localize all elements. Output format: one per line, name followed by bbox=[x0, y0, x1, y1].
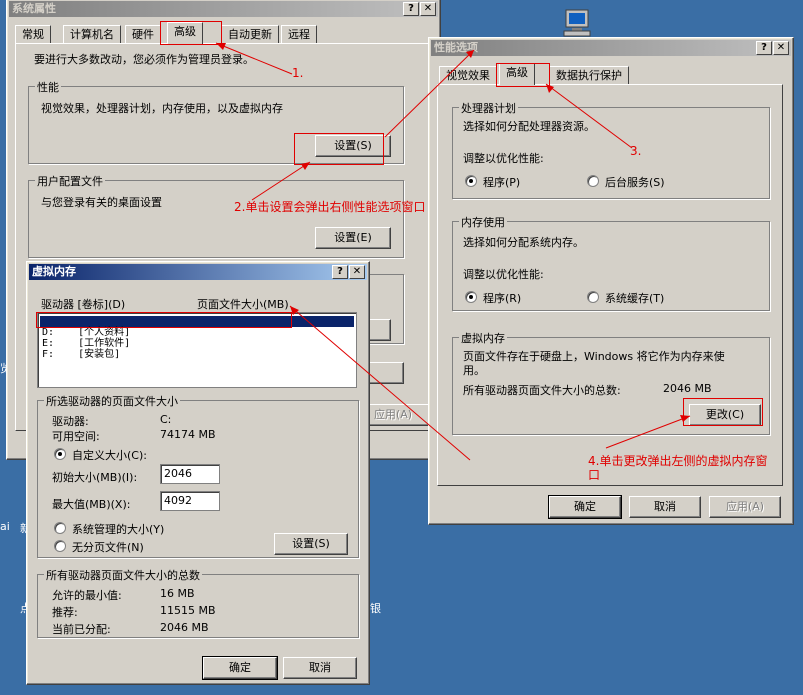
desktop-text: ai bbox=[0, 520, 10, 533]
list-item[interactable]: E: [工作软件] bbox=[40, 338, 354, 349]
drive-label: D: [个人资料] bbox=[42, 327, 131, 338]
recommended-value: 11515 MB bbox=[160, 604, 216, 617]
close-button[interactable]: ✕ bbox=[349, 265, 365, 279]
group-label: 性能 bbox=[35, 79, 61, 95]
max-size-input[interactable]: 4092 bbox=[160, 491, 220, 511]
drive-label: 驱动器: bbox=[52, 415, 89, 428]
memory-programs-radio[interactable] bbox=[465, 291, 477, 303]
annotation-step3: 3. bbox=[630, 144, 642, 158]
user-profiles-settings-button[interactable]: 设置(E) bbox=[315, 227, 391, 249]
initial-size-label: 初始大小(MB)(I): bbox=[52, 471, 138, 484]
tab-visual-effects[interactable]: 视觉效果 bbox=[439, 66, 497, 85]
user-profiles-description: 与您登录有关的桌面设置 bbox=[41, 196, 162, 209]
drive-value: C: bbox=[160, 413, 172, 426]
free-space-value: 74174 MB bbox=[160, 428, 216, 441]
annotation-step4: 4.单击更改弹出左侧的虚拟内存窗 bbox=[588, 454, 768, 468]
help-button[interactable]: ? bbox=[756, 41, 772, 55]
list-item[interactable]: D: [个人资料] bbox=[40, 327, 354, 338]
virtual-memory-description: 页面文件存在于硬盘上，Windows 将它作为内存来使 bbox=[463, 350, 725, 363]
custom-size-radio[interactable] bbox=[54, 448, 66, 460]
tab-dep[interactable]: 数据执行保护 bbox=[549, 66, 629, 85]
min-allowed-label: 允许的最小值: bbox=[52, 589, 122, 602]
group-label: 所有驱动器页面文件大小的总数 bbox=[44, 567, 202, 583]
processor-optimize-label: 调整以优化性能: bbox=[463, 152, 544, 165]
close-button[interactable]: ✕ bbox=[773, 41, 789, 55]
current-allocated-value: 2046 MB bbox=[160, 621, 209, 634]
no-paging-file-label[interactable]: 无分页文件(N) bbox=[72, 539, 144, 555]
system-properties-titlebar: 系统属性 ? ✕ bbox=[9, 1, 438, 17]
virtual-memory-description-cont: 用。 bbox=[463, 364, 485, 377]
performance-options-titlebar: 性能选项 ? ✕ bbox=[431, 40, 791, 56]
virtual-memory-titlebar: 虚拟内存 ? ✕ bbox=[29, 264, 367, 280]
window-title: 系统属性 bbox=[12, 2, 56, 15]
total-paging-group: 所有驱动器页面文件大小的总数 允许的最小值: 16 MB 推荐: 11515 M… bbox=[37, 567, 359, 638]
highlight-drive-c bbox=[36, 312, 292, 328]
memory-programs-label[interactable]: 程序(R) bbox=[483, 290, 521, 306]
virtual-memory-total-label: 所有驱动器页面文件大小的总数: bbox=[463, 384, 621, 397]
highlight-advanced-tab bbox=[160, 21, 222, 45]
group-label: 内存使用 bbox=[459, 214, 507, 230]
ok-button[interactable]: 确定 bbox=[548, 495, 622, 519]
help-button[interactable]: ? bbox=[332, 265, 348, 279]
group-label: 处理器计划 bbox=[459, 100, 518, 116]
initial-size-input[interactable]: 2046 bbox=[160, 464, 220, 484]
virtual-memory-total-value: 2046 MB bbox=[663, 382, 712, 395]
performance-description: 视觉效果，处理器计划，内存使用，以及虚拟内存 bbox=[41, 102, 283, 115]
memory-system-cache-radio[interactable] bbox=[587, 291, 599, 303]
processor-programs-radio[interactable] bbox=[465, 175, 477, 187]
annotation-step1: 1. bbox=[292, 66, 304, 80]
no-paging-file-radio[interactable] bbox=[54, 540, 66, 552]
highlight-performance-settings bbox=[294, 133, 384, 165]
my-computer-icon[interactable] bbox=[560, 8, 594, 38]
tab-computer-name[interactable]: 计算机名 bbox=[63, 25, 121, 44]
processor-scheduling-group: 处理器计划 选择如何分配处理器资源。 调整以优化性能: 程序(P) 后台服务(S… bbox=[452, 100, 770, 199]
desktop-text: 银 bbox=[370, 602, 381, 615]
ok-button[interactable]: 确定 bbox=[202, 656, 278, 680]
min-allowed-value: 16 MB bbox=[160, 587, 195, 600]
window-title: 虚拟内存 bbox=[32, 265, 76, 278]
annotation-step2: 2.单击设置会弹出右侧性能选项窗口 bbox=[234, 200, 426, 214]
drive-label: F: [安装包] bbox=[42, 349, 121, 360]
drive-column-header: 驱动器 [卷标](D) bbox=[41, 298, 126, 311]
help-button[interactable]: ? bbox=[403, 2, 419, 16]
group-label: 所选驱动器的页面文件大小 bbox=[44, 393, 180, 409]
custom-size-label[interactable]: 自定义大小(C): bbox=[72, 447, 147, 463]
max-size-label: 最大值(MB)(X): bbox=[52, 498, 131, 511]
set-button[interactable]: 设置(S) bbox=[274, 533, 348, 555]
memory-optimize-label: 调整以优化性能: bbox=[463, 268, 544, 281]
system-managed-radio[interactable] bbox=[54, 522, 66, 534]
tab-hardware[interactable]: 硬件 bbox=[125, 25, 161, 44]
user-profiles-group: 用户配置文件 与您登录有关的桌面设置 设置(E) bbox=[28, 173, 404, 258]
tab-remote[interactable]: 远程 bbox=[281, 25, 317, 44]
group-label: 虚拟内存 bbox=[459, 330, 507, 346]
cancel-button[interactable]: 取消 bbox=[629, 496, 701, 518]
memory-system-cache-label[interactable]: 系统缓存(T) bbox=[605, 290, 664, 306]
list-item[interactable]: F: [安装包] bbox=[40, 349, 354, 360]
processor-background-label[interactable]: 后台服务(S) bbox=[605, 174, 665, 190]
size-column-header: 页面文件大小(MB) bbox=[197, 298, 289, 311]
highlight-change-button bbox=[683, 398, 763, 426]
system-managed-label[interactable]: 系统管理的大小(Y) bbox=[72, 521, 164, 537]
annotation-step4-cont: 口 bbox=[588, 468, 601, 482]
selected-drive-group: 所选驱动器的页面文件大小 驱动器: C: 可用空间: 74174 MB 自定义大… bbox=[37, 393, 359, 558]
tab-auto-update[interactable]: 自动更新 bbox=[221, 25, 279, 44]
recommended-label: 推荐: bbox=[52, 606, 78, 619]
highlight-perf-advanced-tab bbox=[496, 63, 550, 87]
processor-background-radio[interactable] bbox=[587, 175, 599, 187]
processor-description: 选择如何分配处理器资源。 bbox=[463, 120, 595, 133]
tab-general[interactable]: 常规 bbox=[15, 25, 51, 44]
processor-programs-label[interactable]: 程序(P) bbox=[483, 174, 520, 190]
memory-usage-group: 内存使用 选择如何分配系统内存。 调整以优化性能: 程序(R) 系统缓存(T) bbox=[452, 214, 770, 311]
current-allocated-label: 当前已分配: bbox=[52, 623, 111, 636]
cancel-button[interactable]: 取消 bbox=[283, 657, 357, 679]
free-space-label: 可用空间: bbox=[52, 430, 100, 443]
close-button[interactable]: ✕ bbox=[420, 2, 436, 16]
apply-button[interactable]: 应用(A) bbox=[709, 496, 781, 518]
admin-note: 要进行大多数改动，您必须作为管理员登录。 bbox=[34, 53, 254, 66]
window-title: 性能选项 bbox=[434, 41, 478, 54]
memory-description: 选择如何分配系统内存。 bbox=[463, 236, 584, 249]
drive-label: E: [工作软件] bbox=[42, 338, 131, 349]
group-label: 用户配置文件 bbox=[35, 173, 105, 189]
